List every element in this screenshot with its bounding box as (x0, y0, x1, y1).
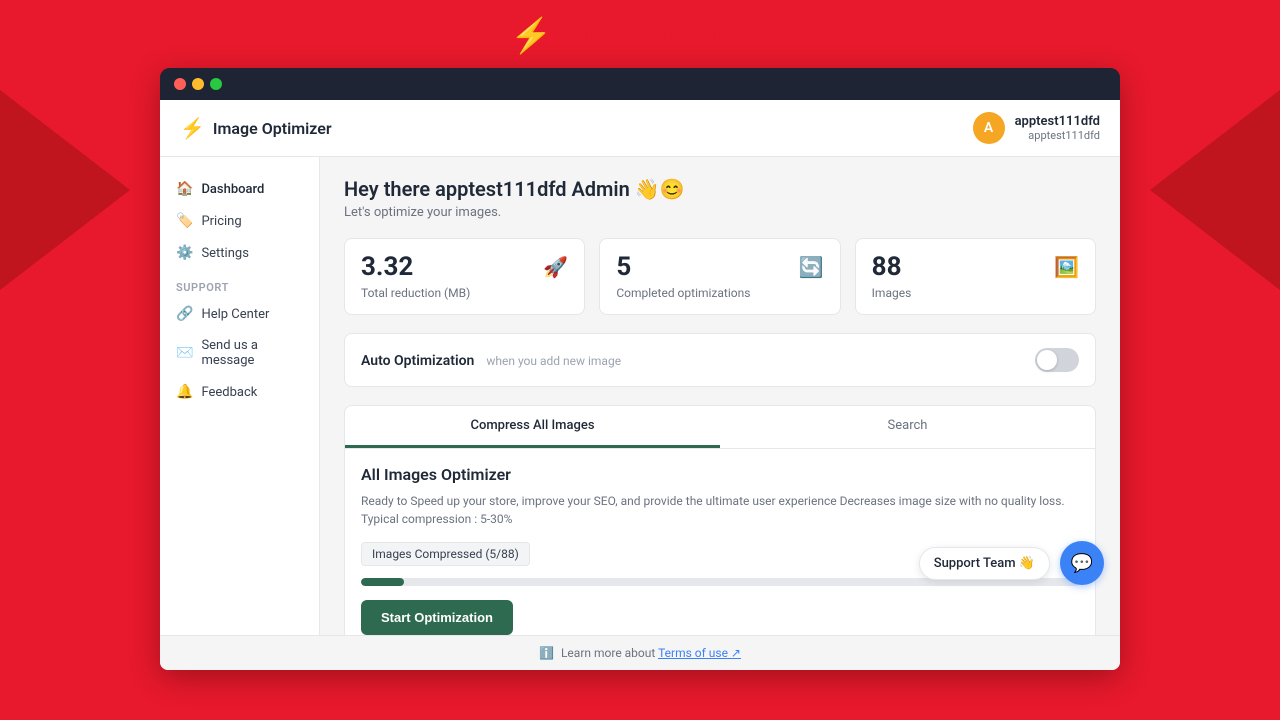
support-chat-button[interactable]: 💬 (1060, 541, 1104, 585)
stat-card-reduction: 3.32 Total reduction (MB) 🚀 (344, 238, 585, 315)
browser-dot-red[interactable] (174, 78, 186, 90)
auto-optimization-row: Auto Optimization when you add new image (344, 333, 1096, 387)
user-info: A apptest111dfd apptest111dfd (973, 112, 1100, 144)
pricing-icon: 🏷️ (176, 213, 193, 229)
tab-search[interactable]: Search (720, 406, 1095, 448)
stat-label-optimizations: Completed optimizations (616, 286, 750, 300)
terms-of-use-link[interactable]: Terms of use ↗ (658, 646, 741, 660)
content-area: Hey there apptest111dfd Admin 👋😊 Let's o… (320, 157, 1120, 635)
auto-opt-sublabel: when you add new image (486, 354, 621, 368)
tab-compress-all[interactable]: Compress All Images (345, 406, 720, 448)
app-footer: ℹ️ Learn more about Terms of use ↗ (160, 635, 1120, 670)
sidebar-item-label: Dashboard (201, 182, 264, 197)
message-icon: ✉️ (176, 345, 193, 361)
home-icon: 🏠 (176, 181, 193, 197)
tab-compress-all-label: Compress All Images (470, 418, 594, 433)
sidebar-item-label: Pricing (201, 214, 241, 229)
rocket-icon: 🚀 (543, 255, 568, 279)
stat-label-images: Images (872, 286, 912, 300)
sidebar-item-dashboard[interactable]: 🏠 Dashboard (160, 173, 319, 205)
terms-of-use-label: Terms of use (658, 646, 728, 660)
sidebar-item-pricing[interactable]: 🏷️ Pricing (160, 205, 319, 237)
user-email: apptest111dfd (1015, 129, 1100, 142)
sidebar-item-settings[interactable]: ⚙️ Settings (160, 237, 319, 269)
app-logo-text: Image Optimizer (213, 119, 332, 138)
chat-icon: 💬 (1071, 553, 1093, 574)
start-optimization-button[interactable]: Start Optimization (361, 600, 513, 635)
sidebar: 🏠 Dashboard 🏷️ Pricing ⚙️ Settings SUPPO… (160, 157, 320, 635)
app-logo: ⚡ Image Optimizer (180, 116, 332, 140)
sidebar-item-feedback[interactable]: 🔔 Feedback (160, 376, 319, 408)
brand-title: Pix Optimizer (563, 16, 770, 56)
stat-card-optimizations: 5 Completed optimizations 🔄 (599, 238, 840, 315)
sidebar-item-label: Feedback (201, 385, 257, 400)
sidebar-item-help-center[interactable]: 🔗 Help Center (160, 298, 319, 330)
help-icon: 🔗 (176, 306, 193, 322)
optimizer-desc: Ready to Speed up your store, improve yo… (361, 492, 1079, 528)
sidebar-item-label: Settings (201, 246, 248, 261)
auto-opt-label-group: Auto Optimization when you add new image (361, 350, 621, 369)
stat-value-images: 88 (872, 253, 912, 282)
top-branding: ⚡ Pix Optimizer (510, 0, 770, 68)
tab-bar: Compress All Images Search (345, 406, 1095, 449)
sidebar-item-label: Send us a message (201, 338, 303, 368)
feedback-icon: 🔔 (176, 384, 193, 400)
settings-icon: ⚙️ (176, 245, 193, 261)
images-compressed-badge: Images Compressed (5/88) (361, 542, 530, 566)
progress-bar-fill (361, 578, 404, 586)
stat-value-reduction: 3.32 (361, 253, 470, 282)
auto-optimization-toggle[interactable] (1035, 348, 1079, 372)
main-layout: 🏠 Dashboard 🏷️ Pricing ⚙️ Settings SUPPO… (160, 157, 1120, 635)
page-greeting: Hey there apptest111dfd Admin 👋😊 (344, 177, 1096, 201)
app-logo-icon: ⚡ (180, 116, 205, 140)
images-icon: 🖼️ (1054, 255, 1079, 279)
auto-opt-label: Auto Optimization (361, 353, 474, 369)
info-icon: ℹ️ (539, 646, 554, 660)
support-section-label: SUPPORT (160, 269, 319, 298)
browser-window: ⚡ Image Optimizer A apptest111dfd apptes… (160, 68, 1120, 670)
user-name: apptest111dfd (1015, 114, 1100, 129)
user-avatar: A (973, 112, 1005, 144)
page-subtitle: Let's optimize your images. (344, 205, 1096, 220)
brand-lightning-icon: ⚡ (510, 16, 552, 56)
stat-card-images: 88 Images 🖼️ (855, 238, 1096, 315)
browser-titlebar (160, 68, 1120, 100)
support-widget: Support Team 👋 💬 (919, 541, 1104, 585)
app-header: ⚡ Image Optimizer A apptest111dfd apptes… (160, 100, 1120, 157)
footer-learn-more: Learn more about (561, 646, 655, 660)
browser-dot-yellow[interactable] (192, 78, 204, 90)
browser-dot-green[interactable] (210, 78, 222, 90)
stats-row: 3.32 Total reduction (MB) 🚀 5 Completed … (344, 238, 1096, 315)
tab-search-label: Search (888, 418, 928, 433)
stat-value-optimizations: 5 (616, 253, 750, 282)
support-label-bubble: Support Team 👋 (919, 547, 1050, 580)
user-details: apptest111dfd apptest111dfd (1015, 114, 1100, 142)
optimizer-title: All Images Optimizer (361, 465, 1079, 484)
toggle-knob (1037, 350, 1057, 370)
sidebar-item-label: Help Center (201, 307, 269, 322)
sidebar-item-send-message[interactable]: ✉️ Send us a message (160, 330, 319, 376)
app-shell: ⚡ Image Optimizer A apptest111dfd apptes… (160, 100, 1120, 670)
optimization-icon: 🔄 (799, 255, 824, 279)
tab-container: Compress All Images Search All Images Op… (344, 405, 1096, 635)
stat-label-reduction: Total reduction (MB) (361, 286, 470, 300)
